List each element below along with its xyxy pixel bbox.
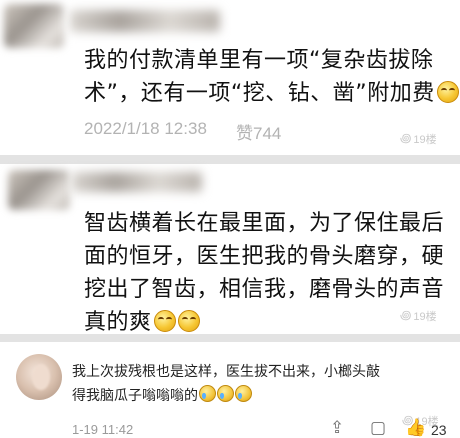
watermark: ꩜ 19楼: [400, 308, 437, 323]
cry-laugh-emoji: [235, 385, 252, 402]
comment-card-1: 我的付款清单里有一项“复杂齿拔除 术”，还有一项“挖、钻、凿”附加费 2022/…: [0, 0, 460, 155]
comment-text: 我上次拔残根也是这样，医生拔不出来，小榔头敲 得我脑瓜子嗡嗡嗡的: [72, 360, 457, 408]
blurred-username: [70, 10, 220, 32]
like-count[interactable]: 赞744: [236, 119, 281, 144]
comment-line: 面的恒牙，医生把我的骨头磨穿，硬: [84, 244, 445, 269]
comment-line: 挖出了智齿，相信我，磨骨头的声音: [84, 277, 445, 302]
comment-line: 我的付款清单里有一项“复杂齿拔除: [84, 48, 434, 73]
cry-laugh-emoji: [199, 385, 216, 402]
blurred-avatar: [8, 170, 70, 210]
comment-card-3: 我上次拔残根也是这样，医生拔不出来，小榔头敲 得我脑瓜子嗡嗡嗡的 ꩜ 19楼 1-…: [0, 342, 460, 438]
blurred-avatar: [4, 4, 64, 48]
swirl-icon: ꩜: [400, 308, 412, 322]
comment-text: 我的付款清单里有一项“复杂齿拔除 术”，还有一项“挖、钻、凿”附加费: [84, 44, 460, 110]
watermark: ꩜ 19楼: [400, 131, 437, 146]
thumbs-up-icon[interactable]: 👍: [405, 418, 426, 438]
comment-line: 智齿横着长在最里面，为了保住最后: [84, 211, 445, 236]
comment-line: 得我脑瓜子嗡嗡嗡的: [72, 384, 457, 408]
comment-card-2: 智齿横着长在最里面，为了保住最后 面的恒牙，医生把我的骨头磨穿，硬 挖出了智齿，…: [0, 164, 460, 335]
comment-line: 我上次拔残根也是这样，医生拔不出来，小榔头敲: [72, 364, 380, 380]
separator: [0, 155, 460, 164]
avatar[interactable]: [16, 354, 62, 400]
comment-date: 1-19 11:42: [72, 422, 134, 437]
comment-icon[interactable]: ▢: [370, 418, 386, 438]
comment-line: 术”，还有一项“挖、钻、凿”附加费: [84, 77, 460, 110]
share-icon[interactable]: ⇪: [330, 418, 344, 438]
separator: [0, 334, 460, 342]
like-count: 23: [431, 422, 447, 438]
blurred-username: [72, 172, 202, 192]
comment-date: 2022/1/18 12:38: [84, 119, 207, 138]
smile-emoji: [153, 310, 176, 332]
smile-emoji: [436, 81, 459, 103]
smile-emoji: [177, 310, 200, 332]
swirl-icon: ꩜: [400, 131, 412, 145]
cry-laugh-emoji: [217, 385, 234, 402]
